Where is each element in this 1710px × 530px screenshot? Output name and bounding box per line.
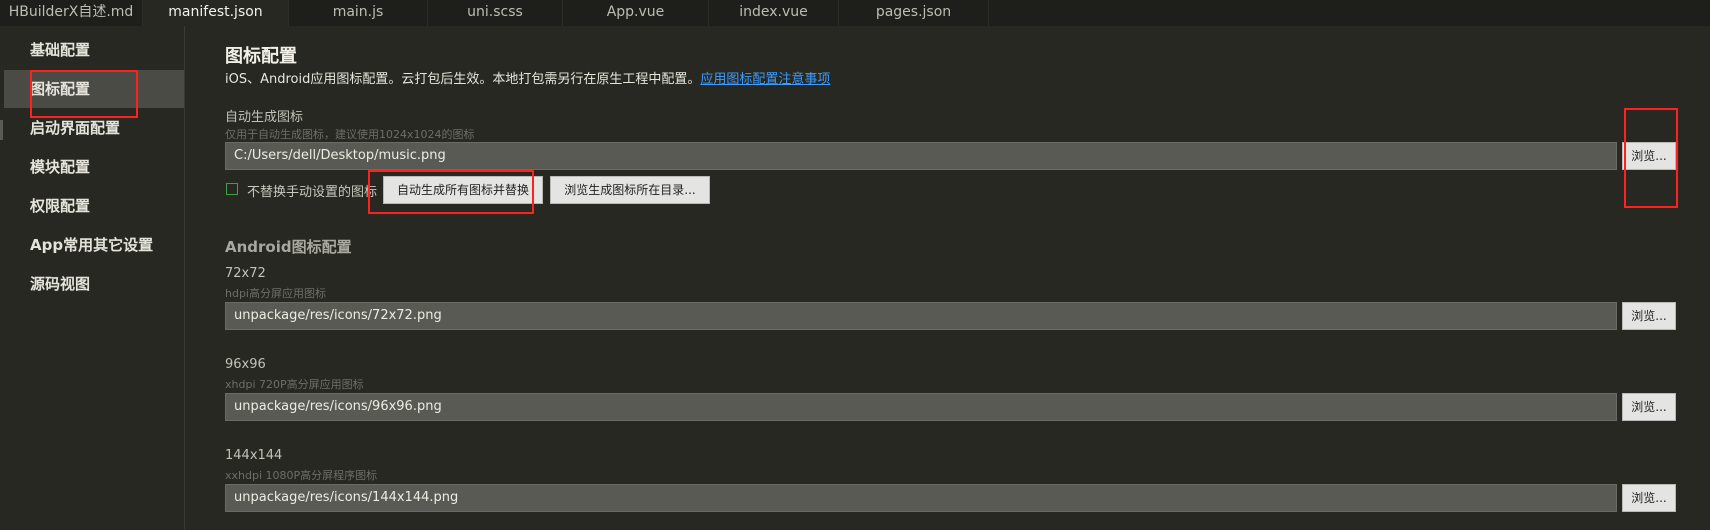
open-icons-dir-button[interactable]: 浏览生成图标所在目录... <box>550 176 710 204</box>
editor-tab-bar: HBuilderX自述.md manifest.json main.js uni… <box>0 0 1710 26</box>
icon-96-path-input[interactable]: unpackage/res/icons/96x96.png <box>225 393 1617 421</box>
sidebar-item-source-view[interactable]: 源码视图 <box>4 265 184 303</box>
keep-manual-icons-label: 不替换手动设置的图标 <box>247 185 378 200</box>
icon-72-hint: hdpi高分屏应用图标 <box>225 287 326 300</box>
icon-144-browse-button[interactable]: 浏览... <box>1622 484 1676 512</box>
icon-144-path-input[interactable]: unpackage/res/icons/144x144.png <box>225 484 1617 512</box>
icon-72-browse-button[interactable]: 浏览... <box>1622 302 1676 330</box>
android-section-title: Android图标配置 <box>225 238 352 256</box>
generate-all-icons-button[interactable]: 自动生成所有图标并替换 <box>383 176 543 204</box>
auto-icon-browse-button[interactable]: 浏览... <box>1622 142 1676 170</box>
config-sidebar: 基础配置 图标配置 启动界面配置 模块配置 权限配置 App常用其它设置 源码视… <box>0 26 185 530</box>
sidebar-item-splash[interactable]: 启动界面配置 <box>4 109 184 147</box>
sidebar-item-permissions[interactable]: 权限配置 <box>4 187 184 225</box>
icon-config-notes-link[interactable]: 应用图标配置注意事项 <box>700 72 830 87</box>
icon-96-browse-button[interactable]: 浏览... <box>1622 393 1676 421</box>
tab-pages-json[interactable]: pages.json <box>839 0 989 26</box>
description-text: iOS、Android应用图标配置。云打包后生效。本地打包需另行在原生工程中配置… <box>225 72 701 87</box>
tab-index-vue[interactable]: index.vue <box>709 0 839 26</box>
tab-hbuilderx-readme[interactable]: HBuilderX自述.md <box>0 0 143 26</box>
auto-icon-path-input[interactable]: C:/Users/dell/Desktop/music.png <box>225 142 1617 170</box>
page-description: iOS、Android应用图标配置。云打包后生效。本地打包需另行在原生工程中配置… <box>225 68 830 87</box>
auto-icon-label: 自动生成图标 <box>225 110 304 125</box>
sidebar-item-icon[interactable]: 图标配置 <box>4 70 184 108</box>
sidebar-item-app-other[interactable]: App常用其它设置 <box>4 226 184 264</box>
icon-72-label: 72x72 <box>225 266 266 281</box>
auto-icon-hint: 仅用于自动生成图标，建议使用1024x1024的图标 <box>225 128 475 141</box>
keep-manual-icons-checkbox[interactable] <box>226 183 238 195</box>
sidebar-item-modules[interactable]: 模块配置 <box>4 148 184 186</box>
icon-config-panel: 图标配置 iOS、Android应用图标配置。云打包后生效。本地打包需另行在原生… <box>185 26 1710 530</box>
icon-96-label: 96x96 <box>225 357 266 372</box>
page-title: 图标配置 <box>225 46 297 67</box>
tab-uni-scss[interactable]: uni.scss <box>428 0 563 26</box>
tab-main-js[interactable]: main.js <box>289 0 428 26</box>
icon-72-path-input[interactable]: unpackage/res/icons/72x72.png <box>225 302 1617 330</box>
sidebar-item-basic[interactable]: 基础配置 <box>4 31 184 69</box>
icon-96-hint: xhdpi 720P高分屏应用图标 <box>225 378 364 391</box>
icon-144-hint: xxhdpi 1080P高分屏程序图标 <box>225 469 378 482</box>
icon-144-label: 144x144 <box>225 448 283 463</box>
sidebar-scroll-marker <box>0 120 3 140</box>
tab-manifest-json[interactable]: manifest.json <box>143 0 289 26</box>
tab-app-vue[interactable]: App.vue <box>563 0 709 26</box>
